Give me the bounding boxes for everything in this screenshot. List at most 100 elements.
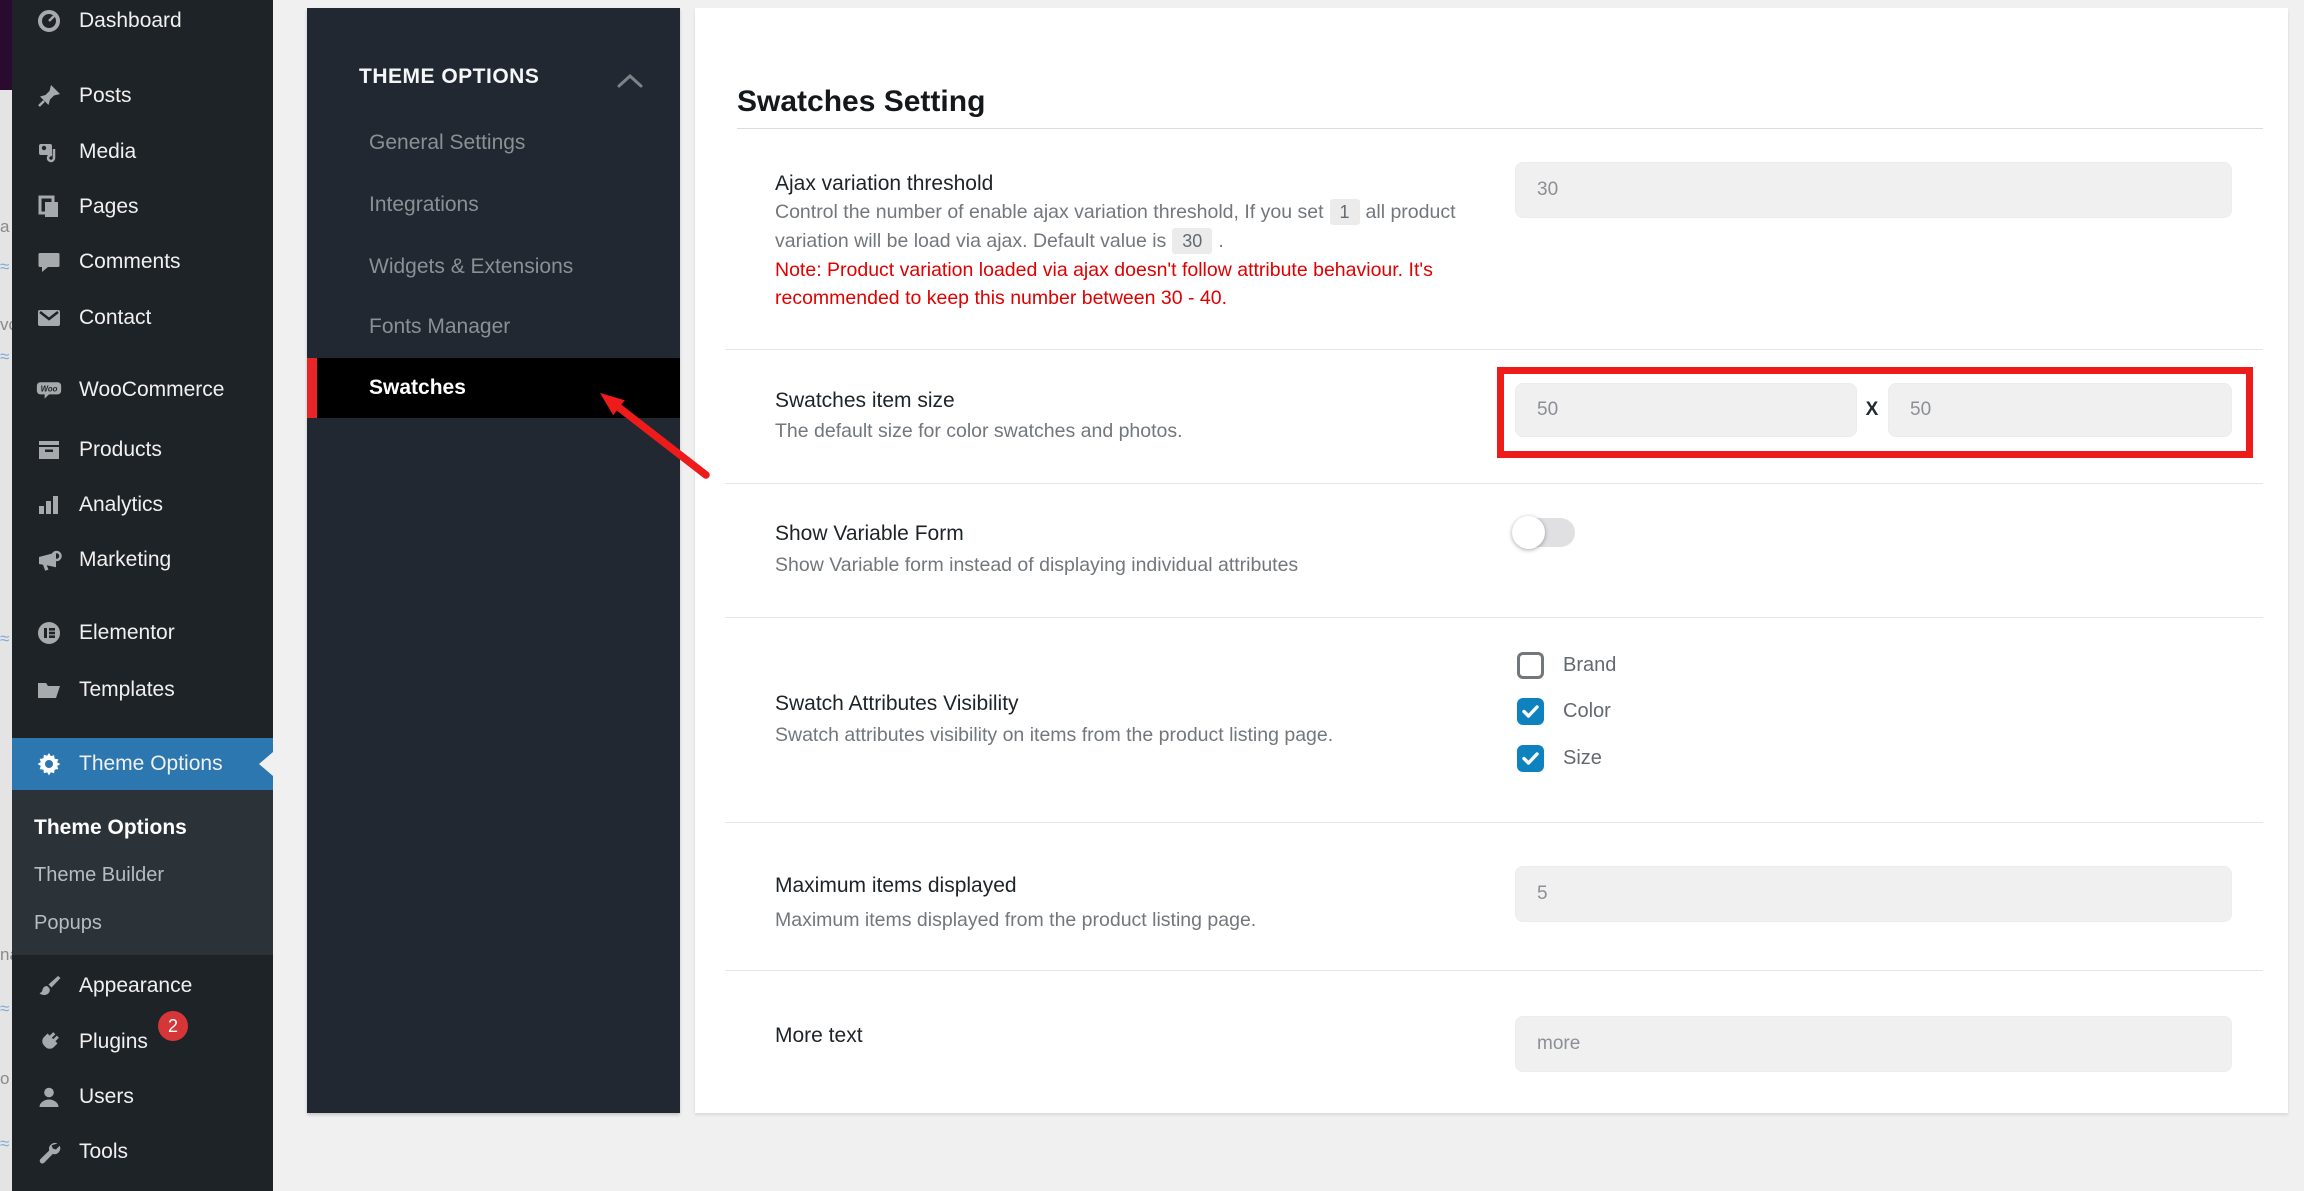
sidebar-item-contact[interactable]: Contact: [12, 290, 273, 346]
row-divider: [725, 349, 2263, 350]
max-items-description: Maximum items displayed from the product…: [775, 909, 1257, 931]
more-text-label: More text: [775, 1024, 863, 1047]
pages-icon: [36, 194, 62, 220]
sidebar-item-label: Contact: [79, 306, 152, 329]
megaphone-icon: [36, 547, 62, 573]
size-separator-label: X: [1865, 399, 1879, 420]
woocommerce-icon: Woo: [36, 377, 62, 403]
item-size-label: Swatches item size: [775, 389, 955, 412]
sidebar-item-templates[interactable]: Templates: [12, 662, 273, 718]
sidebar-item-plugins[interactable]: Plugins 2: [12, 1011, 273, 1070]
background-text-fragment: o: [0, 1070, 10, 1087]
comment-bubble-icon: [36, 249, 62, 275]
item-size-height-input[interactable]: 50: [1888, 383, 2232, 437]
woocommerce-theme-options-screen: a ≈ vo ≈ ≈ na ≈ o ≈ Dashboard Posts Medi…: [0, 0, 2304, 1191]
sidebar-item-media[interactable]: Media: [12, 124, 273, 180]
sidebar-item-pages[interactable]: Pages: [12, 179, 273, 235]
sidebar-item-analytics[interactable]: Analytics: [12, 477, 273, 533]
checkbox-unchecked-icon[interactable]: [1517, 652, 1544, 679]
more-text-input[interactable]: more: [1515, 1016, 2232, 1072]
sidebar-item-elementor[interactable]: Elementor: [12, 605, 273, 661]
item-size-description: The default size for color swatches and …: [775, 420, 1183, 442]
page-title: Swatches Setting: [737, 85, 986, 118]
panel-item-swatches[interactable]: Swatches: [307, 358, 680, 418]
description-text: .: [1218, 230, 1224, 252]
sidebar-item-label: Marketing: [79, 548, 172, 571]
sidebar-item-label: Dashboard: [79, 9, 182, 32]
attributes-visibility-label: Swatch Attributes Visibility: [775, 692, 1019, 715]
active-item-accent-bar: [307, 358, 317, 418]
sidebar-item-label: Posts: [79, 84, 132, 107]
item-size-width-input[interactable]: 50: [1515, 383, 1857, 437]
theme-options-submenu: Theme Options Theme Builder Popups: [12, 790, 273, 955]
submenu-item-theme-options[interactable]: Theme Options: [34, 815, 187, 841]
ajax-threshold-input[interactable]: 30: [1515, 162, 2232, 218]
description-text: all product: [1365, 201, 1456, 223]
color-checkbox-row[interactable]: Color: [1517, 698, 1611, 725]
panel-item-widgets-extensions[interactable]: Widgets & Extensions: [369, 254, 573, 280]
sidebar-item-appearance[interactable]: Appearance: [12, 958, 273, 1014]
theme-options-panel: THEME OPTIONS General Settings Integrati…: [307, 8, 680, 1113]
background-text-fragment: a: [0, 218, 10, 235]
sidebar-item-label: Theme Options: [79, 752, 223, 775]
inline-code-value: 1: [1329, 199, 1360, 225]
chevron-up-icon[interactable]: [617, 73, 643, 93]
sidebar-item-label: Tools: [79, 1140, 129, 1163]
checkbox-checked-icon[interactable]: [1517, 745, 1544, 772]
variable-form-toggle[interactable]: [1512, 516, 1575, 549]
toggle-knob: [1512, 516, 1545, 549]
svg-text:Woo: Woo: [41, 384, 58, 393]
brand-checkbox-row[interactable]: Brand: [1517, 652, 1616, 679]
sidebar-item-posts[interactable]: Posts: [12, 68, 273, 124]
sidebar-item-label: Elementor: [79, 621, 175, 644]
paintbrush-icon: [36, 973, 62, 999]
description-text: variation will be load via ajax. Default…: [775, 230, 1167, 252]
swatches-settings-card: Swatches Setting Ajax variation threshol…: [695, 8, 2288, 1113]
panel-item-fonts-manager[interactable]: Fonts Manager: [369, 314, 510, 340]
sidebar-item-label: Plugins: [79, 1030, 148, 1053]
panel-item-general-settings[interactable]: General Settings: [369, 130, 525, 156]
sidebar-item-dashboard[interactable]: Dashboard: [12, 0, 273, 49]
plug-icon: [36, 1029, 62, 1055]
sidebar-item-theme-options[interactable]: Theme Options: [12, 738, 273, 790]
sidebar-item-marketing[interactable]: Marketing: [12, 532, 273, 588]
background-text-fragment: vo: [0, 316, 12, 333]
sidebar-item-tools[interactable]: Tools: [12, 1124, 273, 1180]
folder-icon: [36, 677, 62, 703]
user-icon: [36, 1084, 62, 1110]
row-divider: [725, 483, 2263, 484]
envelope-icon: [36, 305, 62, 331]
sidebar-item-label: Templates: [79, 678, 175, 701]
background-wave-icon: ≈: [0, 1000, 10, 1017]
panel-item-label: Swatches: [369, 376, 466, 399]
description-text: Control the number of enable ajax variat…: [775, 201, 1324, 223]
inline-code-value: 30: [1172, 228, 1213, 254]
checkbox-label: Size: [1563, 747, 1602, 769]
max-items-input[interactable]: 5: [1515, 866, 2232, 922]
sidebar-item-label: Media: [79, 140, 137, 163]
submenu-item-theme-builder[interactable]: Theme Builder: [34, 862, 164, 888]
plugins-update-badge: 2: [158, 1011, 188, 1041]
sidebar-item-label: Analytics: [79, 493, 164, 516]
sidebar-item-users[interactable]: Users: [12, 1069, 273, 1125]
checkbox-label: Color: [1563, 700, 1611, 722]
media-icon: [36, 139, 62, 165]
sidebar-item-label: Comments: [79, 250, 181, 273]
note-text: Note: Product variation loaded via ajax …: [775, 259, 1433, 281]
panel-title: THEME OPTIONS: [359, 65, 540, 88]
elementor-icon: [36, 620, 62, 646]
background-wave-icon: ≈: [0, 630, 10, 647]
submenu-item-popups[interactable]: Popups: [34, 910, 102, 936]
sidebar-item-woocommerce[interactable]: Woo WooCommerce: [12, 362, 273, 418]
checkbox-checked-icon[interactable]: [1517, 698, 1544, 725]
ajax-threshold-label: Ajax variation threshold: [775, 172, 994, 195]
panel-item-integrations[interactable]: Integrations: [369, 192, 479, 218]
sidebar-item-products[interactable]: Products: [12, 422, 273, 478]
gear-icon: [36, 751, 62, 777]
max-items-label: Maximum items displayed: [775, 874, 1017, 897]
size-checkbox-row[interactable]: Size: [1517, 745, 1602, 772]
variable-form-description: Show Variable form instead of displaying…: [775, 554, 1299, 576]
sidebar-item-label: Products: [79, 438, 162, 461]
sidebar-item-comments[interactable]: Comments: [12, 234, 273, 290]
attributes-visibility-description: Swatch attributes visibility on items fr…: [775, 724, 1334, 746]
